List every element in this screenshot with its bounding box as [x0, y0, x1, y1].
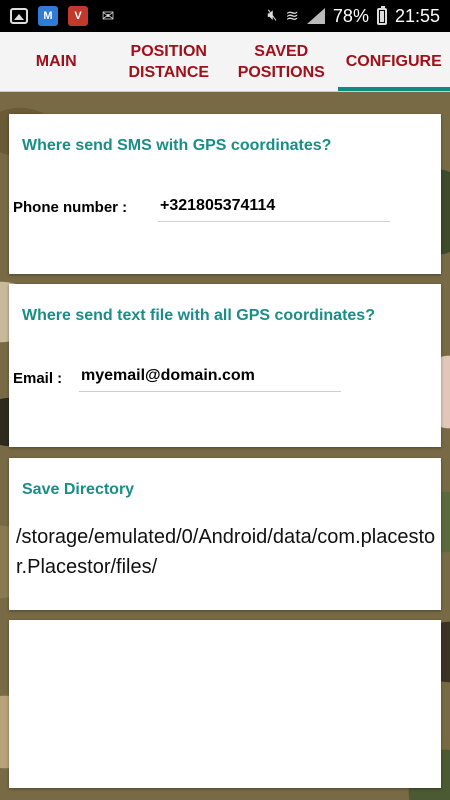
- empty-card: [9, 620, 441, 788]
- tab-configure[interactable]: CONFIGURE: [337, 32, 450, 91]
- signal-icon: [306, 8, 325, 24]
- phone-number-input[interactable]: [158, 197, 390, 222]
- directory-card: Save Directory /storage/emulated/0/Andro…: [9, 458, 441, 610]
- tab-saved-positions[interactable]: SAVED POSITIONS: [225, 32, 338, 91]
- email-label: Email :: [13, 370, 63, 387]
- clock: 21:55: [394, 5, 440, 26]
- maps-icon: M: [38, 6, 58, 26]
- email-card: Where send text file with all GPS coordi…: [9, 284, 441, 447]
- email-input[interactable]: [79, 367, 341, 392]
- status-bar: M V ✉ 🔇︎ ≋ 78% 21:55: [0, 0, 450, 32]
- tab-position-distance[interactable]: POSITION DISTANCE: [113, 32, 226, 91]
- mail-x-icon: ✉: [101, 8, 115, 25]
- directory-card-title: Save Directory: [22, 481, 135, 498]
- gallery-icon: [10, 8, 28, 24]
- sms-card: Where send SMS with GPS coordinates? Pho…: [9, 114, 441, 274]
- tab-bar: MAIN POSITION DISTANCE SAVED POSITIONS C…: [0, 32, 450, 92]
- mute-icon: 🔇︎: [267, 7, 278, 24]
- notification-icons: M V ✉: [10, 6, 118, 26]
- directory-path: /storage/emulated/0/Android/data/com.pla…: [16, 526, 436, 578]
- camo-background: Where send SMS with GPS coordinates? Pho…: [0, 92, 450, 800]
- shield-icon: V: [68, 6, 88, 26]
- battery-icon: [376, 5, 387, 25]
- battery-percent: 78%: [332, 5, 369, 26]
- wifi-icon: ≋: [285, 8, 299, 25]
- phone-number-label: Phone number :: [13, 199, 128, 216]
- tab-main[interactable]: MAIN: [0, 32, 113, 91]
- email-card-title: Where send text file with all GPS coordi…: [22, 307, 375, 324]
- system-icons: 🔇︎ ≋ 78% 21:55: [267, 5, 440, 27]
- sms-card-title: Where send SMS with GPS coordinates?: [22, 137, 332, 154]
